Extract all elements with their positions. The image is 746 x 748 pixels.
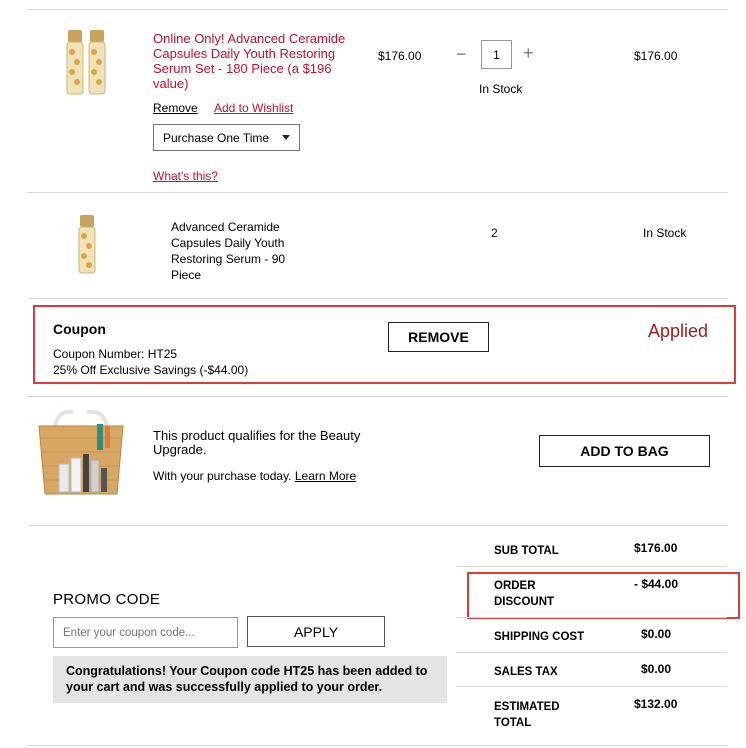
purchase-option-value: Purchase One Time: [163, 130, 270, 145]
purchase-option-select[interactable]: Purchase One Time: [153, 124, 300, 151]
tax-label: SALES TAX: [494, 666, 558, 678]
divider: [27, 192, 728, 193]
stock-status: In Stock: [479, 82, 523, 96]
quantity-input[interactable]: 1: [481, 40, 512, 69]
line-total: $176.00: [634, 49, 678, 63]
divider: [456, 652, 727, 653]
promo-success-message: Congratulations! Your Coupon code HT25 h…: [53, 656, 447, 703]
coupon-heading: Coupon: [53, 321, 106, 337]
discount-label: ORDER DISCOUNT: [494, 580, 555, 608]
shipping-label: SHIPPING COST: [494, 631, 585, 643]
divider: [27, 396, 728, 397]
quantity-value: 2: [491, 226, 498, 240]
subtotal-value: $176.00: [634, 541, 678, 555]
add-to-bag-button[interactable]: ADD TO BAG: [539, 435, 710, 467]
divider: [27, 525, 728, 526]
coupon-status: Applied: [648, 321, 709, 341]
add-to-wishlist-link[interactable]: Add to Wishlist: [214, 101, 293, 115]
promo-code-input[interactable]: [53, 617, 238, 648]
apply-button[interactable]: APPLY: [247, 616, 385, 647]
promo-heading: PROMO CODE: [53, 591, 161, 608]
chevron-down-icon: [282, 135, 290, 140]
product-title[interactable]: Advanced Ceramide Capsules Daily Youth R…: [171, 219, 301, 283]
increment-button[interactable]: +: [523, 43, 534, 64]
divider: [456, 617, 727, 618]
divider: [27, 298, 728, 299]
tax-value: $0.00: [641, 662, 672, 676]
learn-more-link[interactable]: Learn More: [295, 469, 356, 483]
discount-value: - $44.00: [634, 577, 679, 591]
coupon-number: Coupon Number: HT25: [53, 347, 178, 361]
divider: [456, 686, 727, 687]
shipping-value: $0.00: [641, 627, 672, 641]
divider: [27, 9, 728, 10]
subtotal-label: SUB TOTAL: [494, 545, 559, 557]
upgrade-text: This product qualifies for the Beauty Up…: [153, 428, 361, 457]
upgrade-subtext: With your purchase today. Learn More: [153, 469, 356, 483]
divider: [27, 745, 728, 746]
product-title[interactable]: Online Only! Advanced Ceramide Capsules …: [153, 31, 358, 91]
product-image-set[interactable]: [62, 28, 112, 96]
upgrade-subtext-label: With your purchase today.: [153, 469, 292, 483]
product-image[interactable]: [76, 214, 100, 276]
whats-this-link[interactable]: What's this?: [153, 169, 218, 183]
estimated-total-label: ESTIMATED TOTAL: [494, 701, 560, 729]
gift-bag-image[interactable]: [35, 408, 127, 496]
remove-coupon-button[interactable]: REMOVE: [388, 322, 489, 352]
unit-price: $176.00: [378, 49, 422, 63]
remove-link[interactable]: Remove: [153, 101, 198, 115]
decrement-button[interactable]: −: [456, 44, 467, 65]
coupon-savings: 25% Off Exclusive Savings (-$44.00): [53, 363, 249, 377]
estimated-total-value: $132.00: [634, 697, 678, 711]
stock-status: In Stock: [643, 226, 687, 240]
divider: [456, 566, 727, 567]
